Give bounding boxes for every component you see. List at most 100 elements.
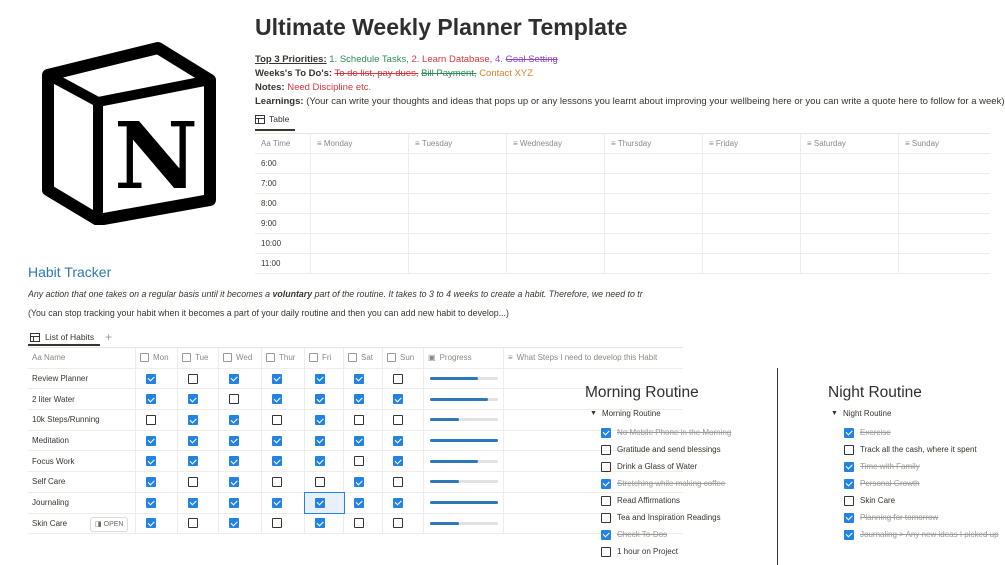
checkbox-checked[interactable]	[229, 373, 239, 384]
schedule-cell[interactable]	[899, 254, 990, 273]
checkbox-checked[interactable]	[315, 456, 325, 467]
checkbox-checked[interactable]	[146, 456, 156, 467]
schedule-cell[interactable]	[899, 234, 990, 253]
checkbox-checked[interactable]	[229, 476, 239, 487]
checkbox-checked[interactable]	[146, 476, 156, 487]
habit-name-cell[interactable]: Review Planner	[28, 368, 136, 389]
night-routine-toggle[interactable]: ▼ Night Routine	[831, 409, 891, 418]
checkbox-unchecked[interactable]	[188, 476, 198, 487]
schedule-cell[interactable]	[507, 234, 605, 253]
column-header-tue[interactable]: Tue	[178, 348, 219, 368]
schedule-cell[interactable]	[605, 154, 703, 173]
schedule-cell[interactable]	[507, 194, 605, 213]
checkbox-unchecked[interactable]	[601, 546, 611, 557]
schedule-cell[interactable]	[801, 234, 899, 253]
checkbox-checked[interactable]	[272, 435, 282, 446]
checkbox-checked[interactable]	[844, 461, 854, 472]
habit-name-cell[interactable]: Journaling	[28, 492, 136, 513]
checkbox-checked[interactable]	[844, 478, 854, 489]
todo-text[interactable]: Read Affirmations	[617, 496, 680, 505]
habit-name-cell[interactable]: 10k Steps/Running	[28, 410, 136, 430]
checkbox-unchecked[interactable]	[844, 444, 854, 455]
schedule-cell[interactable]	[703, 214, 801, 233]
column-header-wednesday[interactable]: ≡ Wednesday	[507, 134, 605, 153]
checkbox-checked[interactable]	[354, 497, 364, 508]
schedule-cell[interactable]	[409, 194, 507, 213]
schedule-cell[interactable]	[899, 154, 990, 173]
checkbox-checked[interactable]	[188, 456, 198, 467]
column-header-time[interactable]: Aa Time	[255, 134, 311, 153]
schedule-cell[interactable]	[507, 254, 605, 273]
todo-text[interactable]: Gratitude and send blessings	[617, 445, 721, 454]
column-header-monday[interactable]: ≡ Monday	[311, 134, 409, 153]
checkbox-unchecked[interactable]	[393, 518, 403, 529]
schedule-cell[interactable]	[409, 234, 507, 253]
schedule-cell[interactable]	[801, 174, 899, 193]
checkbox-checked[interactable]	[146, 394, 156, 405]
time-cell[interactable]: 7:00	[255, 174, 311, 193]
checkbox-checked[interactable]	[315, 497, 325, 508]
schedule-cell[interactable]	[507, 154, 605, 173]
schedule-cell[interactable]	[605, 254, 703, 273]
checkbox-unchecked[interactable]	[188, 518, 198, 529]
column-header-friday[interactable]: ≡ Friday	[703, 134, 801, 153]
checkbox-checked[interactable]	[393, 435, 403, 446]
habit-name-cell[interactable]: Skin Care ◨ OPEN	[28, 513, 136, 534]
schedule-cell[interactable]	[311, 234, 409, 253]
schedule-cell[interactable]	[605, 194, 703, 213]
column-header-saturday[interactable]: ≡ Saturday	[801, 134, 899, 153]
morning-routine-toggle[interactable]: ▼ Morning Routine	[590, 409, 661, 418]
checkbox-checked[interactable]	[315, 373, 325, 384]
schedule-cell[interactable]	[801, 154, 899, 173]
checkbox-checked[interactable]	[229, 518, 239, 529]
schedule-cell[interactable]	[409, 214, 507, 233]
schedule-cell[interactable]	[605, 174, 703, 193]
todo-text[interactable]: No Mobile Phone in the Morning	[617, 428, 731, 437]
checkbox-checked[interactable]	[188, 435, 198, 446]
checkbox-checked[interactable]	[354, 373, 364, 384]
schedule-cell[interactable]	[409, 174, 507, 193]
checkbox-checked[interactable]	[188, 394, 198, 405]
schedule-cell[interactable]	[605, 234, 703, 253]
schedule-cell[interactable]	[409, 154, 507, 173]
habit-name-cell[interactable]: Self Care	[28, 472, 136, 492]
habit-name-cell[interactable]: 2 liter Water	[28, 389, 136, 410]
schedule-cell[interactable]	[311, 254, 409, 273]
checkbox-checked[interactable]	[146, 435, 156, 446]
schedule-cell[interactable]	[507, 174, 605, 193]
checkbox-checked[interactable]	[393, 456, 403, 467]
checkbox-unchecked[interactable]	[272, 518, 282, 529]
schedule-cell[interactable]	[801, 194, 899, 213]
checkbox-unchecked[interactable]	[354, 414, 364, 425]
checkbox-unchecked[interactable]	[272, 414, 282, 425]
add-view-button[interactable]: +	[105, 330, 112, 344]
checkbox-checked[interactable]	[188, 414, 198, 425]
checkbox-unchecked[interactable]	[393, 414, 403, 425]
schedule-cell[interactable]	[703, 254, 801, 273]
todo-text[interactable]: Stretching while making coffee	[617, 479, 725, 488]
todo-text[interactable]: Skin Care	[860, 496, 895, 505]
checkbox-checked[interactable]	[844, 512, 854, 523]
time-cell[interactable]: 11:00	[255, 254, 311, 273]
time-cell[interactable]: 8:00	[255, 194, 311, 213]
checkbox-unchecked[interactable]	[354, 456, 364, 467]
column-header-thur[interactable]: Thur	[262, 348, 305, 368]
schedule-cell[interactable]	[801, 214, 899, 233]
checkbox-unchecked[interactable]	[393, 476, 403, 487]
checkbox-checked[interactable]	[272, 394, 282, 405]
todo-text[interactable]: Personal Growth	[860, 479, 920, 488]
column-header-sat[interactable]: Sat	[344, 348, 383, 368]
todo-text[interactable]: Planning for tomorrow	[860, 513, 938, 522]
checkbox-checked[interactable]	[229, 414, 239, 425]
column-header-mon[interactable]: Mon	[136, 348, 178, 368]
checkbox-checked[interactable]	[272, 497, 282, 508]
tab-table[interactable]: Table	[255, 114, 289, 124]
checkbox-unchecked[interactable]	[146, 414, 156, 425]
checkbox-unchecked[interactable]	[315, 476, 325, 487]
checkbox-unchecked[interactable]	[393, 373, 403, 384]
checkbox-checked[interactable]	[146, 518, 156, 529]
column-header-sun[interactable]: Sun	[383, 348, 424, 368]
checkbox-checked[interactable]	[229, 497, 239, 508]
todo-text[interactable]: Tea and Inspiration Readings	[617, 513, 721, 522]
checkbox-checked[interactable]	[146, 497, 156, 508]
